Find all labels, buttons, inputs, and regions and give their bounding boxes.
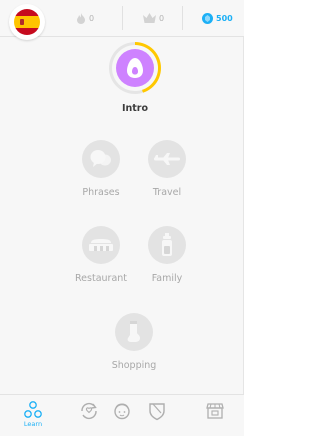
streak-stat[interactable]: 0 — [76, 11, 94, 25]
profile-icon — [114, 403, 130, 420]
gems-stat[interactable]: 500 — [202, 11, 233, 25]
crown-count: 0 — [159, 13, 165, 23]
fire-icon — [77, 12, 85, 24]
nav-profile[interactable] — [107, 401, 137, 433]
sock-icon — [127, 321, 140, 342]
crowns-stat[interactable]: 0 — [143, 11, 164, 25]
airplane-icon — [154, 153, 180, 165]
skill-circle — [82, 140, 120, 178]
speech-bubbles-icon — [90, 150, 111, 167]
language-flag-button[interactable] — [9, 4, 45, 40]
nav-learn[interactable]: Learn — [18, 401, 48, 433]
bottom-nav: Learn — [0, 394, 244, 436]
baby-bottle-icon — [162, 233, 172, 256]
skill-label: Restaurant — [75, 273, 128, 284]
practice-icon — [81, 402, 97, 420]
streak-count: 0 — [89, 13, 95, 23]
skill-family[interactable]: Family — [147, 226, 187, 284]
app-frame: 0 0 500 Intro Phrases Travel Restaurant … — [0, 0, 244, 436]
skill-restaurant[interactable]: Restaurant — [75, 226, 127, 284]
skill-travel[interactable]: Travel — [147, 140, 187, 198]
nav-practice[interactable] — [74, 401, 104, 433]
skill-label: Intro — [121, 103, 149, 114]
skill-label: Shopping — [111, 360, 157, 371]
crown-icon — [143, 13, 156, 23]
gem-icon — [202, 12, 213, 24]
divider — [182, 6, 183, 30]
skill-label: Travel — [152, 187, 182, 198]
restaurant-icon — [89, 239, 113, 251]
stats-bar: 0 0 500 — [0, 0, 244, 40]
egg-icon — [127, 58, 143, 78]
divider — [122, 6, 123, 30]
skill-circle — [82, 226, 120, 264]
skill-shopping[interactable]: Shopping — [111, 313, 157, 371]
shield-icon — [149, 403, 165, 421]
skill-label: Phrases — [82, 187, 120, 198]
skill-circle — [115, 313, 153, 351]
skill-phrases[interactable]: Phrases — [81, 140, 121, 198]
nav-learn-label: Learn — [23, 420, 43, 428]
gem-count: 500 — [216, 13, 233, 23]
skill-circle — [148, 140, 186, 178]
skill-circle — [148, 226, 186, 264]
spain-flag-icon — [14, 9, 40, 35]
skill-intro[interactable]: Intro — [107, 42, 163, 114]
skill-label: Family — [151, 273, 183, 284]
progress-ring — [109, 42, 161, 94]
nav-shop[interactable] — [200, 401, 230, 433]
shop-icon — [206, 403, 224, 419]
nav-leagues[interactable] — [142, 401, 172, 433]
learn-icon — [24, 401, 42, 418]
